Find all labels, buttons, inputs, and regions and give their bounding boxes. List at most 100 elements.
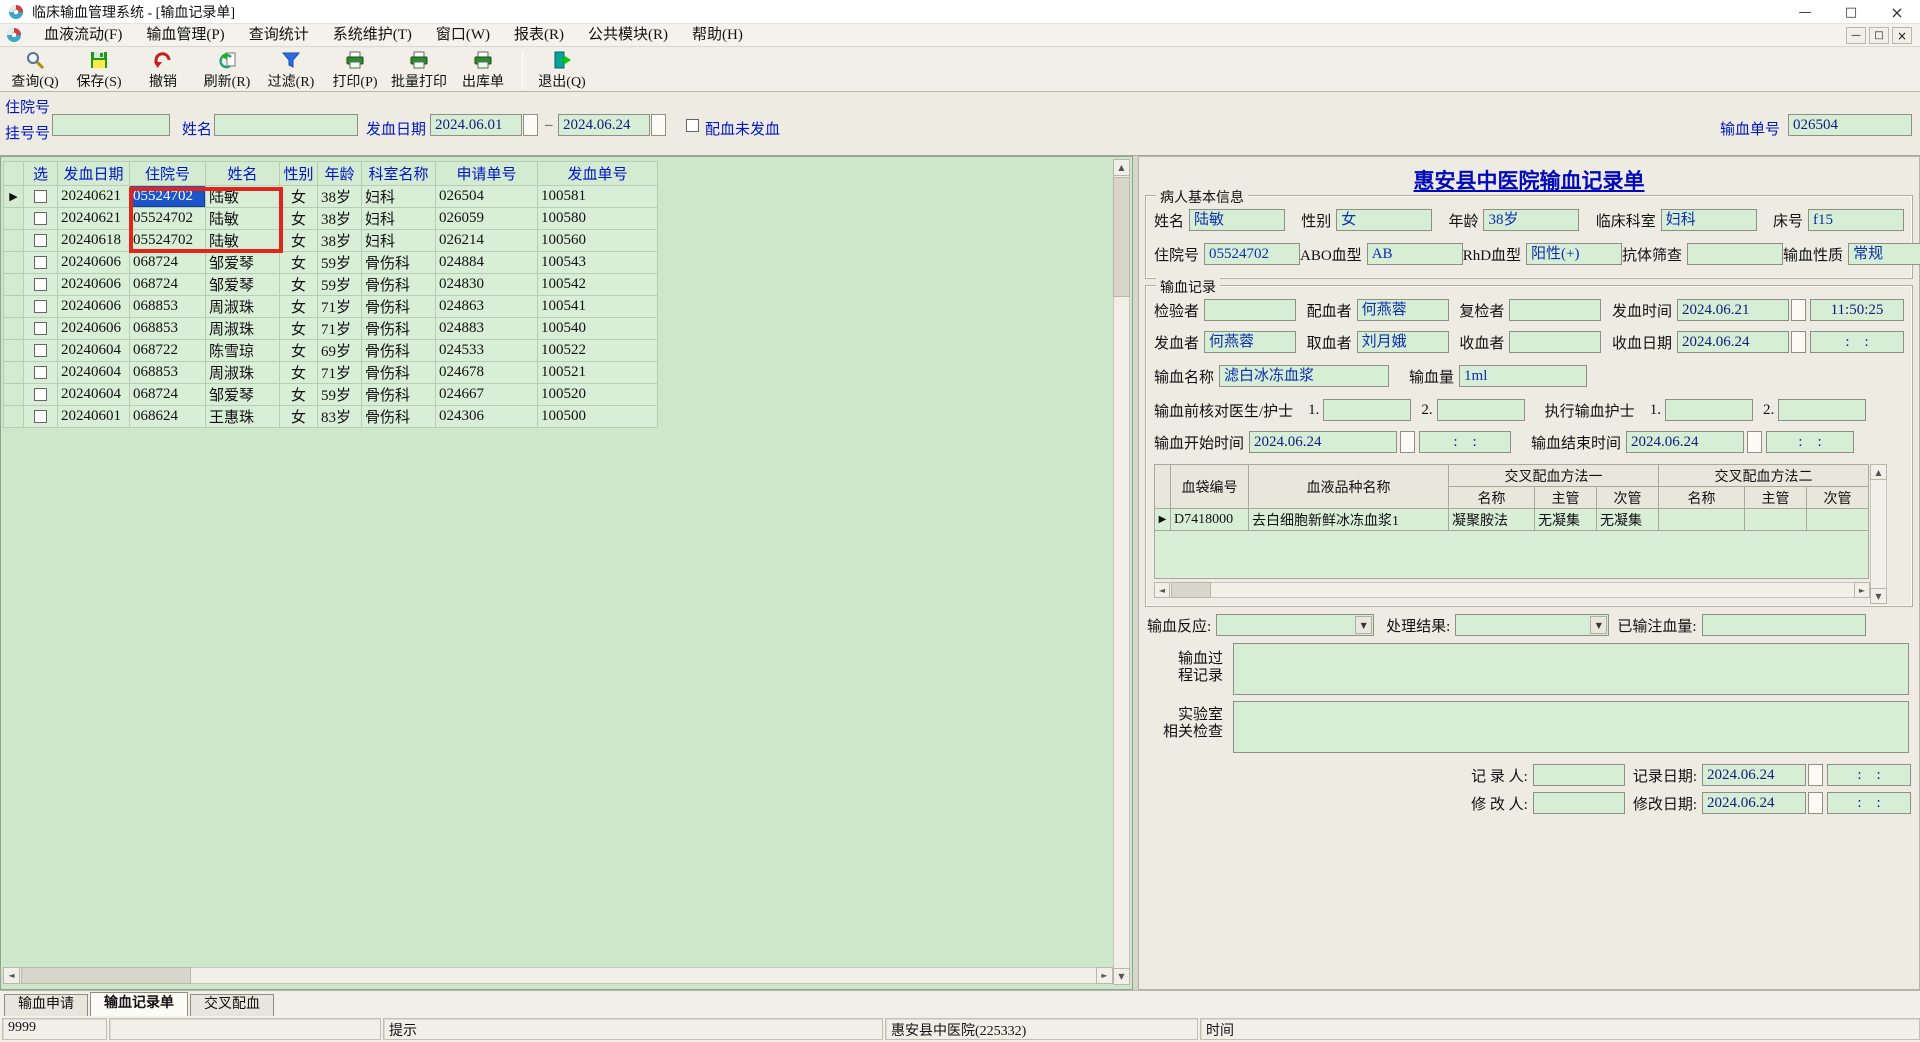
menu-item-6[interactable]: 报表(R) (502, 24, 576, 47)
grid-row[interactable]: ▶ 20240621 05524702 陆敏女 38岁 妇科 026504 100581 (3, 185, 658, 208)
issue-date-field[interactable]: 2024.06.21 (1676, 299, 1789, 321)
exec-nurse-2-field[interactable] (1778, 399, 1867, 421)
grid-row[interactable]: 20240606 068724 邹爱琴女 59岁 骨伤科 024884 100543 (3, 251, 658, 274)
process-record-textarea[interactable] (1233, 643, 1909, 695)
clinical-dept-field[interactable]: 妇科 (1660, 209, 1757, 231)
matcher-field[interactable]: 何燕蓉 (1356, 299, 1449, 321)
grid-row[interactable]: 20240606 068853 周淑珠女 71岁 骨伤科 024883 100540 (3, 317, 658, 340)
issuer-field[interactable]: 何燕蓉 (1204, 331, 1297, 353)
record-date-spinner[interactable] (1808, 764, 1823, 786)
menu-item-1[interactable]: 血液流动(F) (32, 24, 134, 47)
row-select-checkbox[interactable] (34, 190, 47, 204)
crossmatch-scroll-thumb[interactable] (1171, 582, 1211, 598)
menu-item-2[interactable]: 输血管理(P) (134, 24, 236, 47)
toolbar-button-search[interactable]: 查询(Q) (4, 49, 66, 90)
end-date-field[interactable]: 2024.06.24 (1626, 431, 1745, 453)
toolbar-button-print[interactable]: 打印(P) (324, 49, 386, 90)
precheck-staff-2-field[interactable] (1436, 399, 1525, 421)
scroll-up-button[interactable]: ▲ (1113, 159, 1130, 176)
blood-volume-field[interactable]: 1ml (1459, 365, 1588, 387)
issue-date-spinner[interactable] (1790, 299, 1806, 321)
modify-time-field[interactable]: : : (1827, 792, 1911, 814)
start-time-field[interactable]: : : (1419, 431, 1512, 453)
crossmatch-scroll-down-button[interactable]: ▼ (1870, 588, 1887, 604)
result-dropdown[interactable]: ▼ (1455, 614, 1610, 636)
scroll-left-button[interactable]: ◄ (3, 967, 20, 984)
crossmatch-vertical-scrollbar[interactable] (1870, 464, 1887, 604)
date-from-input[interactable]: 2024.06.01 (430, 114, 522, 136)
patient-sex-field[interactable]: 女 (1336, 209, 1433, 231)
rechecker-field[interactable] (1509, 299, 1602, 321)
patient-name-input[interactable] (214, 114, 358, 136)
row-select-checkbox[interactable] (34, 234, 47, 248)
end-date-spinner[interactable] (1747, 431, 1763, 453)
row-select-checkbox[interactable] (34, 256, 47, 270)
receiver-field[interactable] (1509, 331, 1602, 353)
tab-2[interactable]: 输血记录单 (90, 992, 188, 1016)
toolbar-button-save[interactable]: 保存(S) (68, 49, 130, 90)
vertical-scroll-thumb[interactable] (1113, 177, 1130, 297)
crossmatch-scroll-right-button[interactable]: ► (1854, 582, 1870, 598)
scroll-right-button[interactable]: ► (1096, 967, 1113, 984)
grid-row[interactable]: 20240601 068624 王惠珠女 83岁 骨伤科 024306 100500 (3, 405, 658, 428)
bed-no-field[interactable]: f15 (1807, 209, 1904, 231)
blood-product-name-field[interactable]: 滤白冰冻血浆 (1219, 365, 1390, 387)
modify-date-field[interactable]: 2024.06.24 (1702, 792, 1806, 814)
menu-item-3[interactable]: 查询统计 (237, 24, 321, 47)
modify-date-spinner[interactable] (1808, 792, 1823, 814)
taker-field[interactable]: 刘月娥 (1356, 331, 1449, 353)
inpatient-no-input[interactable] (52, 114, 170, 136)
grid-row[interactable]: 20240621 05524702 陆敏女 38岁 妇科 026059 100580 (3, 207, 658, 230)
grid-column-header-8[interactable]: 发血单号 (537, 161, 658, 186)
infused-volume-field[interactable] (1701, 614, 1866, 636)
receive-time-field[interactable]: : : (1809, 331, 1904, 353)
row-select-checkbox[interactable] (34, 212, 47, 226)
mdi-minimize-button[interactable]: — (1846, 27, 1866, 44)
transfusion-nature-field[interactable]: 常规 (1848, 243, 1920, 265)
record-time-field[interactable]: : : (1827, 764, 1911, 786)
grid-column-header-1[interactable]: 发血日期 (57, 161, 130, 186)
menu-item-8[interactable]: 帮助(H) (680, 24, 755, 47)
mdi-restore-button[interactable]: □ (1869, 27, 1889, 44)
antibody-screen-field[interactable] (1687, 243, 1784, 265)
date-to-spinner[interactable] (651, 114, 666, 136)
row-select-checkbox[interactable] (34, 344, 47, 358)
receive-date-spinner[interactable] (1790, 331, 1806, 353)
dropdown-arrow-icon[interactable]: ▼ (1590, 616, 1608, 634)
date-to-input[interactable]: 2024.06.24 (558, 114, 650, 136)
row-select-checkbox[interactable] (34, 278, 47, 292)
scroll-down-button[interactable]: ▼ (1113, 968, 1130, 985)
toolbar-button-print-out[interactable]: 出库单 (452, 49, 514, 90)
dropdown-arrow-icon[interactable]: ▼ (1355, 616, 1373, 634)
close-button[interactable]: × (1874, 0, 1920, 24)
row-select-checkbox[interactable] (34, 300, 47, 314)
crossmatch-row[interactable]: ▶ D7418000 去白细胞新鲜冰冻血浆1 凝聚胺法 无凝集 无凝集 (1154, 508, 1869, 531)
grid-row[interactable]: 20240606 068724 邹爱琴女 59岁 骨伤科 024830 100542 (3, 273, 658, 296)
crossmatch-scroll-left-button[interactable]: ◄ (1154, 582, 1170, 598)
transfusion-order-no-input[interactable]: 026504 (1788, 114, 1912, 136)
inpatient-no-field[interactable]: 05524702 (1204, 243, 1301, 265)
lab-check-textarea[interactable] (1233, 701, 1909, 753)
issue-time-field[interactable]: 11:50:25 (1809, 299, 1904, 321)
row-select-checkbox[interactable] (34, 322, 47, 336)
tab-3[interactable]: 交叉配血 (190, 994, 274, 1016)
toolbar-button-print-batch[interactable]: 批量打印 (388, 49, 450, 90)
grid-row[interactable]: 20240604 068853 周淑珠女 71岁 骨伤科 024678 100521 (3, 361, 658, 384)
horizontal-scroll-thumb[interactable] (21, 967, 191, 984)
crossmatch-horizontal-scrollbar[interactable] (1154, 582, 1870, 598)
grid-column-header-2[interactable]: 住院号 (129, 161, 206, 186)
grid-row[interactable]: 20240604 068724 邹爱琴女 59岁 骨伤科 024667 100520 (3, 383, 658, 406)
minimize-button[interactable]: — (1782, 0, 1828, 24)
abo-blood-type-field[interactable]: AB (1366, 243, 1463, 265)
receive-date-field[interactable]: 2024.06.24 (1676, 331, 1789, 353)
grid-row[interactable]: 20240604 068722 陈雪琼女 69岁 骨伤科 024533 100522 (3, 339, 658, 362)
start-date-field[interactable]: 2024.06.24 (1249, 431, 1398, 453)
record-date-field[interactable]: 2024.06.24 (1702, 764, 1806, 786)
tab-1[interactable]: 输血申请 (4, 994, 88, 1016)
toolbar-button-filter[interactable]: 过滤(R) (260, 49, 322, 90)
patient-name-field[interactable]: 陆敏 (1189, 209, 1286, 231)
reaction-dropdown[interactable]: ▼ (1216, 614, 1375, 636)
grid-row[interactable]: 20240606 068853 周淑珠女 71岁 骨伤科 024863 100541 (3, 295, 658, 318)
grid-column-header-6[interactable]: 科室名称 (361, 161, 436, 186)
toolbar-button-exit[interactable]: 退出(Q) (531, 49, 593, 90)
